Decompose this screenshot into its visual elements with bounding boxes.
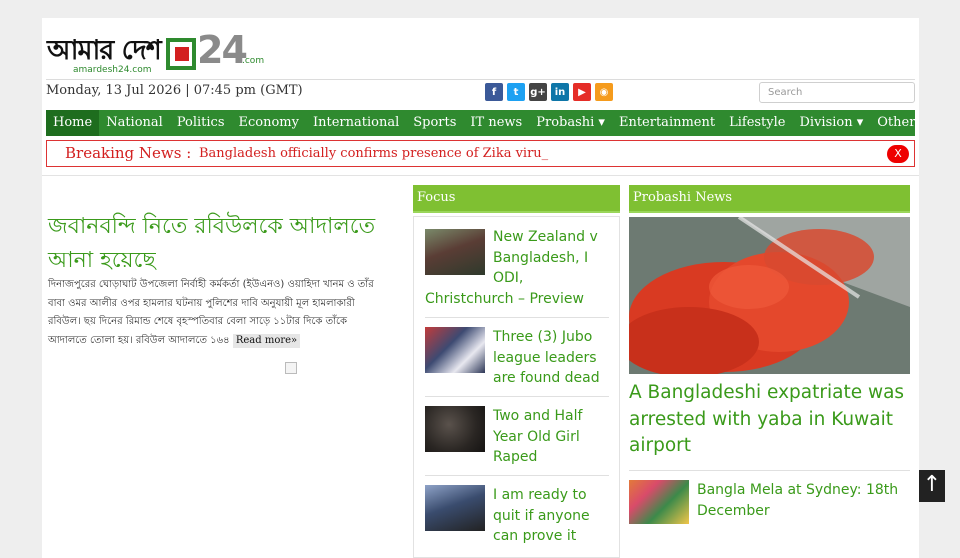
focus-item-title: Two and Half Year Old Girl Raped bbox=[493, 408, 583, 465]
lead-headline[interactable]: জবানবন্দি নিতে রবিউলকে আদালতে আনা হয়েছে bbox=[48, 210, 388, 278]
logo-subtitle: amardesh24.com bbox=[73, 65, 152, 75]
focus-item-title: Three (3) Jubo league leaders are found … bbox=[493, 329, 600, 386]
focus-item[interactable]: New Zealand v Bangladesh, I ODI, Christc… bbox=[425, 227, 615, 309]
news-thumbnail bbox=[425, 406, 485, 452]
focus-heading: Focus bbox=[413, 185, 620, 213]
logo-domain-suffix: .com bbox=[242, 56, 265, 66]
probashi-main-title[interactable]: A Bangladeshi expatriate was arrested wi… bbox=[629, 380, 913, 460]
list-divider bbox=[425, 317, 609, 318]
nav-item-division[interactable]: Division ▾ bbox=[792, 110, 870, 136]
breaking-news-bar: Breaking News : Bangladesh officially co… bbox=[46, 140, 915, 167]
logo-flag-icon bbox=[166, 38, 196, 70]
nav-item-probashi[interactable]: Probashi ▾ bbox=[529, 110, 612, 136]
yaba-pills-image bbox=[629, 217, 910, 374]
rss-icon[interactable]: ◉ bbox=[595, 83, 613, 101]
breaking-news-label: Breaking News : bbox=[65, 144, 192, 162]
section-divider bbox=[42, 175, 919, 176]
header-divider bbox=[46, 79, 915, 80]
news-thumbnail bbox=[629, 480, 689, 524]
scroll-to-top-button[interactable]: ↑ bbox=[919, 470, 945, 502]
focus-item[interactable]: Two and Half Year Old Girl Raped bbox=[425, 406, 615, 468]
broken-image-icon bbox=[285, 362, 297, 374]
nav-item-lifestyle[interactable]: Lifestyle bbox=[722, 110, 792, 136]
main-nav: Home National Politics Economy Internati… bbox=[46, 110, 919, 136]
nav-item-national[interactable]: National bbox=[99, 110, 170, 136]
site-logo[interactable]: আমার দেশ 24 .com amardesh24.com bbox=[47, 26, 265, 76]
close-icon[interactable]: X bbox=[887, 145, 909, 163]
search-input[interactable]: Search bbox=[759, 82, 915, 103]
focus-item[interactable]: Three (3) Jubo league leaders are found … bbox=[425, 327, 615, 389]
probashi-main-image[interactable] bbox=[629, 217, 910, 374]
news-thumbnail bbox=[425, 229, 485, 275]
probashi-heading: Probashi News bbox=[629, 185, 910, 213]
nav-item-home[interactable]: Home bbox=[46, 110, 100, 136]
focus-item-title: I am ready to quit if anyone can prove i… bbox=[493, 487, 590, 544]
youtube-icon[interactable]: ▶ bbox=[573, 83, 591, 101]
page-container: আমার দেশ 24 .com amardesh24.com Monday, … bbox=[42, 18, 919, 558]
news-thumbnail bbox=[425, 327, 485, 373]
facebook-icon[interactable]: f bbox=[485, 83, 503, 101]
nav-item-economy[interactable]: Economy bbox=[232, 110, 306, 136]
linkedin-icon[interactable]: in bbox=[551, 83, 569, 101]
social-links: f t g+ in ▶ ◉ bbox=[485, 83, 613, 101]
list-divider bbox=[629, 470, 910, 471]
current-date: Monday, 13 Jul 2026 | 07:45 pm (GMT) bbox=[46, 83, 303, 98]
focus-list: New Zealand v Bangladesh, I ODI, Christc… bbox=[413, 216, 620, 558]
nav-item-international[interactable]: International bbox=[306, 110, 406, 136]
lead-summary: দিনাজপুরের ঘোড়াঘাট উপজেলা নির্বাহী কর্ম… bbox=[48, 276, 383, 350]
nav-item-politics[interactable]: Politics bbox=[170, 110, 232, 136]
twitter-icon[interactable]: t bbox=[507, 83, 525, 101]
lead-summary-text: দিনাজপুরের ঘোড়াঘাট উপজেলা নির্বাহী কর্ম… bbox=[48, 279, 374, 346]
breaking-news-ticker[interactable]: Bangladesh officially confirms presence … bbox=[199, 146, 548, 161]
news-thumbnail bbox=[425, 485, 485, 531]
nav-item-other[interactable]: Other▾ bbox=[870, 110, 919, 136]
list-divider bbox=[425, 396, 609, 397]
focus-item[interactable]: I am ready to quit if anyone can prove i… bbox=[425, 485, 615, 547]
logo-number: 24 bbox=[197, 28, 248, 72]
probashi-item-title: Bangla Mela at Sydney: 18th December bbox=[697, 482, 899, 519]
nav-item-sports[interactable]: Sports bbox=[406, 110, 463, 136]
google-plus-icon[interactable]: g+ bbox=[529, 83, 547, 101]
read-more-button[interactable]: Read more» bbox=[232, 333, 301, 348]
nav-item-it-news[interactable]: IT news bbox=[463, 110, 529, 136]
nav-item-entertainment[interactable]: Entertainment bbox=[612, 110, 722, 136]
list-divider bbox=[425, 475, 609, 476]
